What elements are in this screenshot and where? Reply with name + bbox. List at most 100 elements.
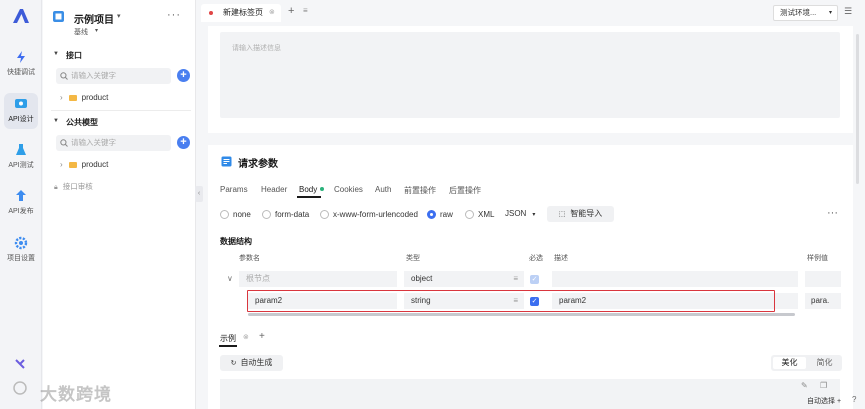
rail-label: API测试 xyxy=(8,162,34,169)
lock-icon: 🔒︎ xyxy=(54,184,58,191)
chevron-right-icon: › xyxy=(60,160,63,169)
description-placeholder: 请输入描述信息 xyxy=(232,45,281,52)
tree-item-product[interactable]: › product xyxy=(60,160,108,169)
project-name[interactable]: 示例项目 xyxy=(74,11,114,26)
column-header-sample: 样例值 xyxy=(807,255,828,262)
rail-item-project-settings[interactable]: 项目设置 xyxy=(0,236,42,276)
close-icon[interactable]: ⊗ xyxy=(269,4,275,22)
description-input[interactable]: 请输入描述信息 xyxy=(220,32,840,118)
environment-label: 测试环境... xyxy=(780,8,817,17)
search-placeholder: 请输入关键字 xyxy=(71,71,116,80)
tree-item-product[interactable]: › product xyxy=(60,93,108,102)
environment-select[interactable]: 测试环境... ▾ xyxy=(773,5,838,21)
tab-post-ops[interactable]: 后置操作 xyxy=(449,185,481,196)
radio-label: x-www-form-urlencoded xyxy=(333,210,418,219)
root-node-desc[interactable] xyxy=(552,271,798,287)
tab-header[interactable]: Header xyxy=(261,185,287,194)
horizontal-scrollbar[interactable] xyxy=(248,313,795,316)
column-header-type: 类型 xyxy=(406,255,420,262)
tools-icon[interactable] xyxy=(14,358,26,370)
rail-item-api-design[interactable]: API设计 xyxy=(4,93,38,129)
description-card: 请输入描述信息 xyxy=(208,26,853,133)
add-tab-button[interactable]: + xyxy=(288,5,294,17)
beautify-button[interactable]: 美化 xyxy=(773,357,806,369)
rail-label: API发布 xyxy=(8,208,34,215)
rail-item-api-test[interactable]: API测试 xyxy=(0,143,42,183)
collapse-sidebar-handle[interactable]: ‹ xyxy=(195,186,203,202)
smart-import-label: 智能导入 xyxy=(570,209,603,218)
radio xyxy=(262,210,271,220)
tab-cookies[interactable]: Cookies xyxy=(334,185,363,194)
tab-params[interactable]: Params xyxy=(220,185,248,194)
body-type-form-data[interactable]: form-data xyxy=(262,210,309,220)
active-tab-underline xyxy=(297,196,321,198)
rail-label: 项目设置 xyxy=(7,255,35,262)
add-icon: + xyxy=(836,398,842,405)
rail-label: API设计 xyxy=(8,116,34,123)
unsaved-dot xyxy=(209,11,213,15)
format-select[interactable]: JSON ▾ xyxy=(505,209,535,218)
param-sample-field[interactable]: para. xyxy=(805,293,841,309)
body-type-raw[interactable]: raw xyxy=(427,210,453,220)
root-node-type[interactable]: object ≡ xyxy=(404,271,524,287)
help-icon[interactable]: ? xyxy=(852,395,856,404)
tab-auth[interactable]: Auth xyxy=(375,185,391,194)
body-type-xml[interactable]: XML xyxy=(465,210,495,220)
search-icon xyxy=(60,72,68,80)
flask-icon xyxy=(16,144,26,155)
request-params-title: 请求参数 xyxy=(238,159,278,170)
copy-icon[interactable]: ❐ xyxy=(820,381,827,390)
tab-example[interactable]: 示例 xyxy=(220,333,236,344)
example-editor[interactable] xyxy=(220,379,840,409)
root-required-checkbox: ✓ xyxy=(530,275,539,284)
more-icon[interactable]: ··· xyxy=(167,9,181,21)
gear-icon xyxy=(14,236,28,250)
branch-selector[interactable]: 基线 xyxy=(74,27,88,37)
rail-label: 快捷调试 xyxy=(7,69,35,76)
body-type-none[interactable]: none xyxy=(220,210,251,220)
main-content: 请输入描述信息 请求参数 Params Header Body Cookies … xyxy=(208,26,853,409)
interfaces-section-title: 接口 xyxy=(66,51,82,60)
simplify-button[interactable]: 简化 xyxy=(809,357,840,369)
watermark-logo xyxy=(13,381,27,395)
radio-label: XML xyxy=(478,210,495,219)
add-interface-button[interactable]: + xyxy=(177,69,190,82)
collapse-icon[interactable]: ▼ xyxy=(53,118,59,124)
folder-icon xyxy=(68,94,77,101)
rail-item-quick-debug[interactable]: 快捷调试 xyxy=(0,50,42,90)
search-placeholder: 请输入关键字 xyxy=(71,138,116,147)
environment-settings-icon[interactable]: ☰ xyxy=(844,6,852,17)
divider xyxy=(51,110,191,111)
interface-search-input[interactable]: 请输入关键字 xyxy=(56,68,171,84)
add-model-button[interactable]: + xyxy=(177,136,190,149)
tab-list-icon[interactable]: ≡ xyxy=(303,6,308,15)
radio xyxy=(320,210,329,220)
chevron-down-icon: ▾ xyxy=(532,212,536,218)
root-node-name[interactable]: 根节点 xyxy=(239,271,397,287)
type-value: object xyxy=(411,274,433,283)
rail-item-api-publish[interactable]: API发布 xyxy=(0,189,42,229)
collapse-node-icon[interactable]: ∨ xyxy=(227,274,233,283)
tab-new[interactable]: 新建标签页 ⊗ xyxy=(201,4,281,22)
add-example-button[interactable]: + xyxy=(259,331,265,342)
tab-body[interactable]: Body xyxy=(299,185,317,194)
more-options-icon[interactable]: ··· xyxy=(827,207,838,219)
interface-review-item[interactable]: 🔒︎ 接口审核 xyxy=(54,181,93,192)
watermark-text: 大数跨境 xyxy=(40,385,112,404)
body-type-urlencoded[interactable]: x-www-form-urlencoded xyxy=(320,210,418,220)
auto-generate-button[interactable]: ↻ 自动生成 xyxy=(220,355,283,371)
chevron-down-icon[interactable]: ▾ xyxy=(95,27,98,34)
root-node-sample[interactable] xyxy=(805,271,841,287)
chevron-down-icon[interactable]: ▾ xyxy=(117,12,121,20)
vertical-scrollbar[interactable] xyxy=(856,34,859,184)
edit-icon[interactable]: ✎ xyxy=(801,381,808,390)
smart-import-button[interactable]: ⬚ 智能导入 xyxy=(547,206,614,222)
tab-pre-ops[interactable]: 前置操作 xyxy=(404,185,436,196)
collapse-icon[interactable]: ▼ xyxy=(53,51,59,57)
model-search-input[interactable]: 请输入关键字 xyxy=(56,135,171,151)
publish-icon xyxy=(16,190,26,201)
auto-select-button[interactable]: 自动选择 + xyxy=(807,396,841,406)
request-params-card: 请求参数 Params Header Body Cookies Auth 前置操… xyxy=(208,145,853,331)
close-icon[interactable]: ⊗ xyxy=(243,333,249,341)
refresh-icon: ↻ xyxy=(230,360,237,367)
